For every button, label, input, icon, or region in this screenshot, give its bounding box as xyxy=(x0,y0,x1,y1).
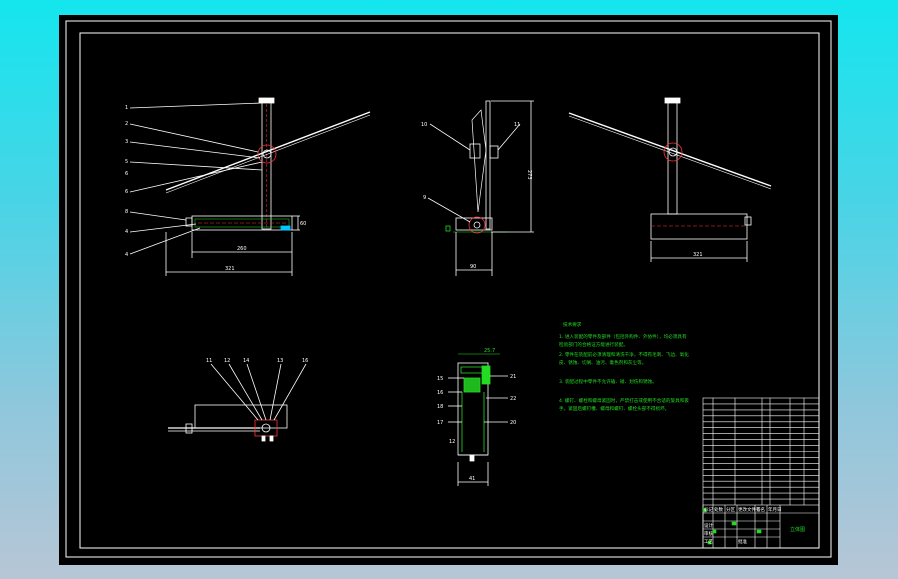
callout-12: 12 xyxy=(224,358,230,364)
callout-22: 22 xyxy=(510,396,516,402)
callout-2: 2 xyxy=(125,121,128,127)
callout-17: 17 xyxy=(437,420,443,426)
notes-line-5: 3. 装配过程中零件不允许磕、碰、划伤和锈蚀。 xyxy=(559,378,657,385)
callout-9: 9 xyxy=(423,195,426,201)
tb-label-count: 处数 xyxy=(714,506,723,513)
side-dim-width: 90 xyxy=(470,264,476,270)
callout-1: 1 xyxy=(125,105,128,111)
callout-14: 14 xyxy=(243,358,249,364)
callout-16-detail: 16 xyxy=(302,358,308,364)
drawing-name: 立体图 xyxy=(790,526,805,533)
dim-height: 60 xyxy=(300,221,306,227)
drawing-sheet xyxy=(59,15,838,565)
callout-11: 11 xyxy=(514,122,520,128)
tb-label-sign: 签名 xyxy=(756,506,765,513)
callout-13: 13 xyxy=(277,358,283,364)
callout-11-detail: 11 xyxy=(206,358,212,364)
tb-role-check: 审核 xyxy=(704,530,713,537)
dim-outer: 321 xyxy=(225,266,235,272)
callout-3: 3 xyxy=(125,139,128,145)
callout-21: 21 xyxy=(510,374,516,380)
notes-line-7: 手。紧固后螺钉槽、螺母和螺钉、螺栓头部不得损坏。 xyxy=(559,405,669,412)
rear-dim-width: 321 xyxy=(693,252,703,258)
notes-line-1: 1. 进入装配的零件及部件（包括外购件、外协件），均必须具有 xyxy=(559,333,687,340)
notes-title: 技术要求 xyxy=(563,321,582,328)
notes-line-3: 2. 零件在装配前必须清理和清洗干净，不得有毛刺、飞边、氧化 xyxy=(559,351,689,358)
callout-8: 8 xyxy=(125,209,128,215)
dim-top: 25.7 xyxy=(484,348,495,354)
tb-label-date: 年月日 xyxy=(768,506,782,513)
callout-20: 20 xyxy=(510,420,516,426)
notes-line-4: 皮、锈蚀、切屑、油污、着色剂和灰尘等。 xyxy=(559,359,646,366)
callout-18: 18 xyxy=(437,404,443,410)
dim-inner: 260 xyxy=(237,246,247,252)
tb-role-process: 工艺 xyxy=(704,539,713,545)
callout-10: 10 xyxy=(421,122,427,128)
callout-16: 16 xyxy=(437,390,443,396)
tb-label-zone: 分区 xyxy=(726,506,735,513)
cad-drawing-canvas: 1 2 3 5 6 6 8 4 4 260 321 60 10 11 9 273… xyxy=(59,15,838,565)
tb-role-approve: 批准 xyxy=(738,538,747,545)
callout-4a: 4 xyxy=(125,229,128,235)
dim-left: 12 xyxy=(449,439,455,445)
callout-4b: 4 xyxy=(125,252,128,258)
callout-15: 15 xyxy=(437,376,443,382)
tb-role-design: 设计 xyxy=(704,522,713,529)
notes-line-6: 4. 螺钉、螺栓和螺母紧固时，严禁打击或使用不合适的旋具和扳 xyxy=(559,397,689,404)
tb-label-mark: 标记 xyxy=(704,506,713,513)
notes-line-2: 检验部门的合格证方能进行装配。 xyxy=(559,341,628,348)
callout-6a: 6 xyxy=(125,189,128,195)
dim-bottom: 41 xyxy=(469,476,475,482)
callout-6b: 6 xyxy=(125,171,128,177)
callout-5: 5 xyxy=(125,159,128,165)
side-dim-height: 273 xyxy=(526,170,532,180)
